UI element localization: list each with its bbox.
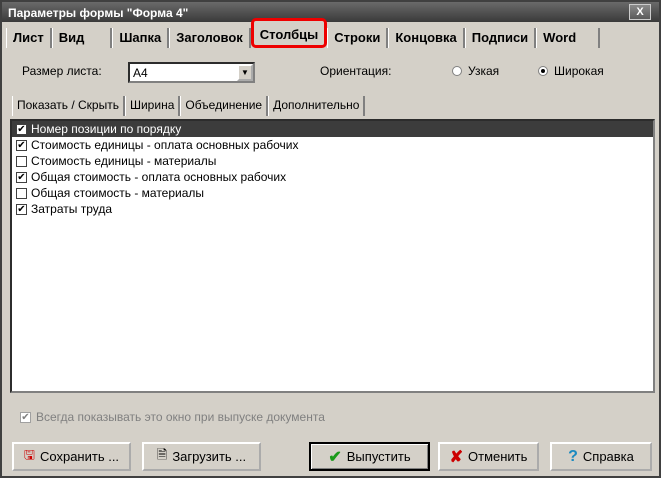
size-select[interactable]: A4 ▼ <box>128 62 255 83</box>
subtab-width[interactable]: Ширина <box>124 96 181 116</box>
radio-label: Широкая <box>554 64 604 78</box>
tab-title[interactable]: Заголовок <box>169 28 251 48</box>
tab-footer[interactable]: Концовка <box>388 28 465 48</box>
tab-header[interactable]: Шапка <box>112 28 170 48</box>
title-bar: Параметры формы "Форма 4" X <box>2 2 659 22</box>
save-icon: 🖫 <box>23 446 35 462</box>
run-button[interactable]: ✔ Выпустить <box>309 442 430 471</box>
cancel-button[interactable]: ✘ Отменить <box>438 442 539 471</box>
list-item[interactable]: ✔ Общая стоимость - оплата основных рабоч… <box>12 169 653 185</box>
question-icon: ? <box>568 447 578 465</box>
x-icon: ✘ <box>449 448 463 466</box>
radio-label: Узкая <box>468 64 500 78</box>
help-label: Справка <box>582 449 634 464</box>
sub-tabs: Показать / Скрыть Ширина Объединение Доп… <box>12 96 366 116</box>
list-item-label: Стоимость единицы - материалы <box>31 154 217 168</box>
load-label: Загрузить ... <box>172 449 247 464</box>
list-item-label: Общая стоимость - оплата основных рабочи… <box>31 170 287 184</box>
save-label: Сохранить ... <box>40 449 120 464</box>
save-button[interactable]: 🖫 Сохранить ... <box>12 442 131 471</box>
checkbox-icon[interactable]: ✔ <box>16 139 27 151</box>
load-button[interactable]: 🗎 Загрузить ... <box>142 442 261 471</box>
cancel-label: Отменить <box>468 449 528 464</box>
tab-list[interactable]: Лист <box>6 28 52 48</box>
checkbox-icon[interactable] <box>16 187 27 199</box>
close-button[interactable]: X <box>629 4 651 20</box>
checkbox-icon: ✔ <box>20 411 31 423</box>
main-tabs: Лист Вид Шапка Заголовок Столбцы Строки … <box>6 18 601 50</box>
orientation-label: Ориентация: <box>320 64 392 78</box>
window-title: Параметры формы "Форма 4" <box>8 6 189 20</box>
subtab-additional[interactable]: Дополнительно <box>268 96 366 116</box>
help-button[interactable]: ? Справка <box>550 442 652 471</box>
tab-signatures[interactable]: Подписи <box>464 28 537 48</box>
run-label: Выпустить <box>346 449 411 464</box>
size-value: A4 <box>133 66 148 80</box>
list-item-label: Стоимость единицы - оплата основных рабо… <box>31 138 299 152</box>
radio-portrait[interactable]: Узкая <box>452 64 499 78</box>
list-item[interactable]: Стоимость единицы - материалы <box>12 153 653 169</box>
list-item[interactable]: ✔ Стоимость единицы - оплата основных раб… <box>12 137 653 153</box>
checkbox-icon[interactable]: ✔ <box>16 123 27 135</box>
dialog-window: Параметры формы "Форма 4" X Лист Вид Шап… <box>0 0 661 478</box>
columns-list[interactable]: ✔ Номер позиции по порядку ✔ Стоимость един… <box>10 119 655 393</box>
tab-view[interactable]: Вид <box>51 28 113 48</box>
checkbox-icon[interactable]: ✔ <box>16 171 27 183</box>
tab-columns[interactable]: Столбцы <box>250 18 328 48</box>
list-item[interactable]: ✔ Затраты труда <box>12 201 653 217</box>
list-item-label: Номер позиции по порядку <box>31 122 182 136</box>
subtab-show-hide[interactable]: Показать / Скрыть <box>12 96 125 116</box>
checkbox-icon[interactable]: ✔ <box>16 203 27 215</box>
list-item[interactable]: Общая стоимость - материалы <box>12 185 653 201</box>
radio-icon <box>452 66 462 76</box>
list-item-label: Затраты труда <box>31 202 113 216</box>
chevron-down-icon[interactable]: ▼ <box>237 64 253 81</box>
radio-landscape[interactable]: Широкая <box>538 64 604 78</box>
tab-rows[interactable]: Строки <box>327 28 389 48</box>
radio-icon <box>538 66 548 76</box>
document-icon: 🗎 <box>156 446 168 462</box>
checkmark-icon: ✔ <box>328 448 342 466</box>
list-item[interactable]: ✔ Номер позиции по порядку <box>12 121 653 137</box>
subtab-merge[interactable]: Объединение <box>180 96 269 116</box>
checkbox-icon[interactable] <box>16 155 27 167</box>
size-label: Размер листа: <box>22 64 102 78</box>
list-item-label: Общая стоимость - материалы <box>31 186 205 200</box>
always-show-checkbox[interactable]: ✔ Всегда показывать это окно при выпуске … <box>20 410 325 424</box>
always-show-label: Всегда показывать это окно при выпуске д… <box>36 410 325 424</box>
tab-word[interactable]: Word <box>536 28 601 48</box>
